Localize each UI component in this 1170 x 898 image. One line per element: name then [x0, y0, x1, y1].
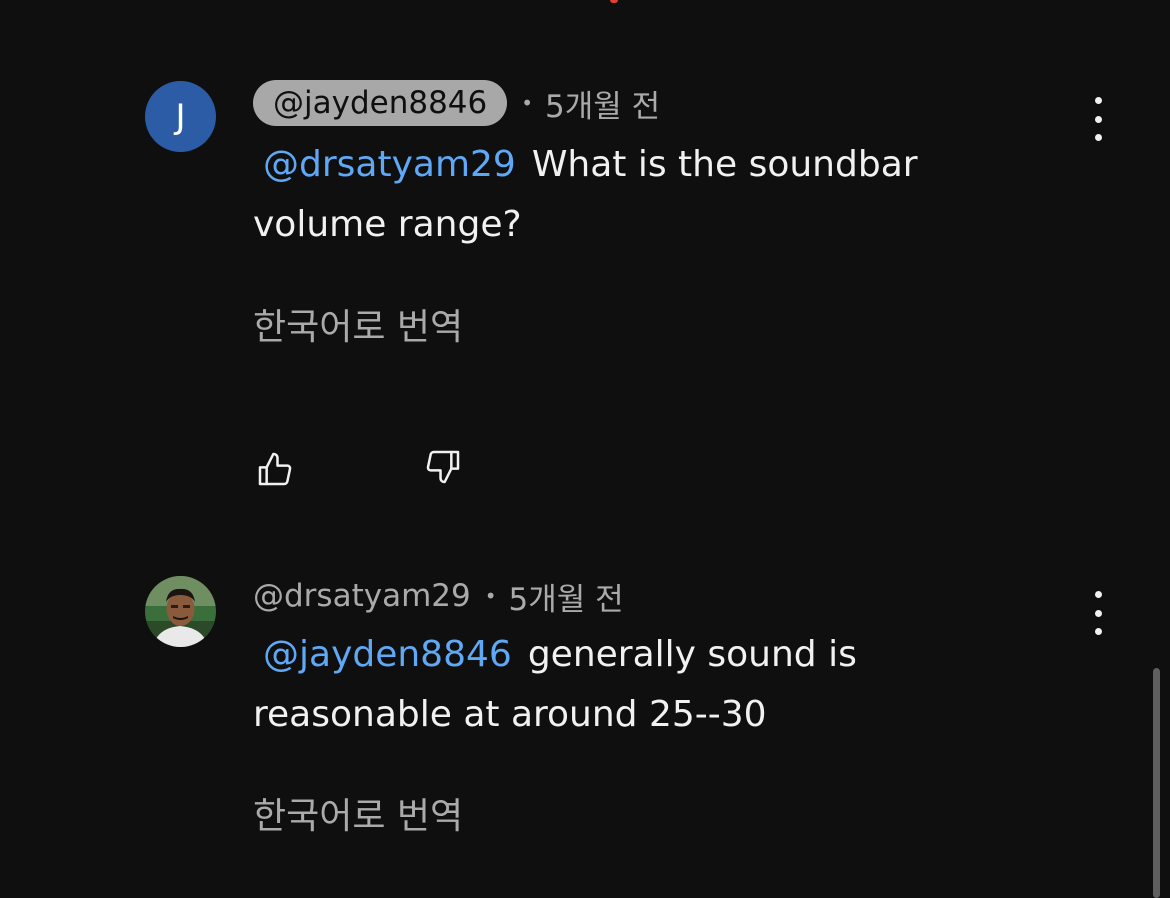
avatar[interactable]: [145, 576, 216, 647]
thumbs-up-icon[interactable]: [255, 449, 295, 489]
separator-dot: •: [484, 584, 497, 608]
avatar-letter: J: [175, 96, 186, 137]
separator-dot: •: [521, 91, 534, 115]
comment-header: @drsatyam29 • 5개월 전: [253, 573, 624, 619]
thumbs-down-icon[interactable]: [423, 447, 463, 487]
comment-time: 5개월 전: [508, 581, 624, 618]
more-vert-icon: [1094, 591, 1102, 598]
author-handle[interactable]: @jayden8846: [253, 80, 508, 126]
author-handle[interactable]: @drsatyam29: [253, 578, 471, 614]
avatar[interactable]: J: [145, 81, 216, 152]
translate-button[interactable]: 한국어로 번역: [253, 298, 463, 350]
scrollbar[interactable]: [1153, 668, 1160, 898]
comment-text: @drsatyam29 What is the soundbar volume r…: [253, 135, 1053, 255]
translate-button[interactable]: 한국어로 번역: [253, 787, 463, 839]
red-indicator: [610, 0, 618, 3]
more-options-button[interactable]: [1084, 97, 1112, 141]
more-options-button[interactable]: [1084, 591, 1112, 635]
mention-link[interactable]: @drsatyam29: [263, 144, 516, 185]
comment-time: 5개월 전: [545, 88, 661, 125]
more-vert-icon: [1094, 97, 1102, 104]
avatar-photo: [145, 576, 216, 647]
comment-header: @jayden8846 • 5개월 전: [253, 80, 660, 126]
mention-link[interactable]: @jayden8846: [263, 634, 512, 675]
comment-text: @jayden8846 generally sound is reasonable…: [253, 625, 1053, 745]
